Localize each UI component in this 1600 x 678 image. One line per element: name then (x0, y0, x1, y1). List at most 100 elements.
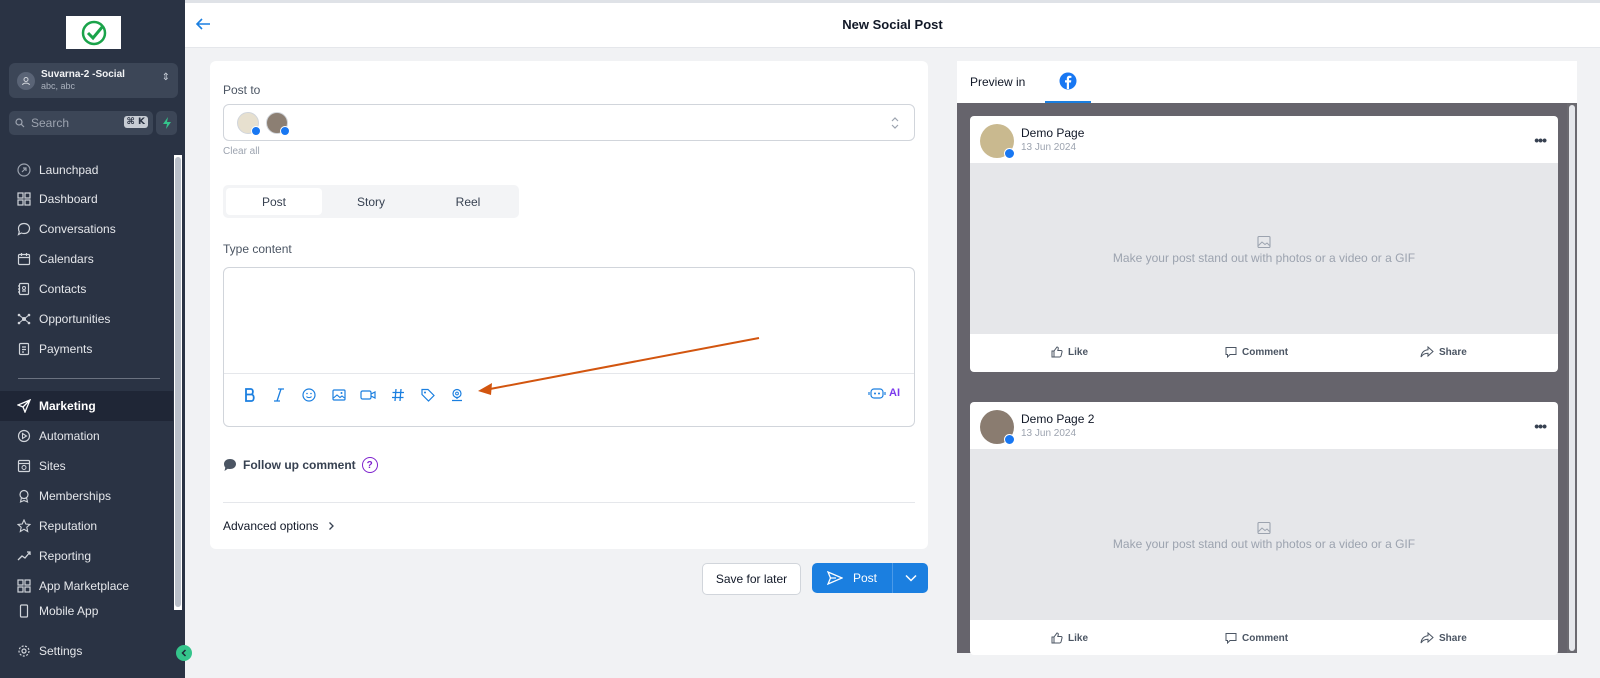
sidebar-item-payments[interactable]: Payments (0, 334, 173, 364)
account-avatar[interactable] (237, 112, 261, 136)
sidebar-settings-label: Settings (39, 644, 83, 658)
sidebar-item-marketing[interactable]: Marketing (0, 391, 173, 421)
logo[interactable] (66, 16, 121, 49)
sidebar-item-label: App Marketplace (39, 579, 130, 593)
sidebar-item-memberships[interactable]: Memberships (0, 481, 173, 511)
preview-label: Preview in (970, 75, 1026, 89)
search-icon (15, 118, 25, 128)
image-icon (1257, 235, 1271, 249)
sidebar-item-automation[interactable]: Automation (0, 421, 173, 451)
sidebar-item-label: Reporting (39, 549, 92, 563)
sidebar-item-sites[interactable]: Sites (0, 451, 173, 481)
switch-chevron-icon: ⇕ (161, 72, 170, 83)
tab-facebook-preview[interactable] (1045, 61, 1091, 103)
page-header: New Social Post (185, 3, 1600, 48)
sidebar-scrollbar[interactable] (174, 155, 182, 610)
apps-icon (17, 579, 31, 593)
comment-action: Comment (1225, 632, 1288, 644)
rocket-icon (17, 163, 31, 177)
save-for-later-button[interactable]: Save for later (702, 563, 801, 595)
sidebar-item-calendars[interactable]: Calendars (0, 244, 173, 274)
share-icon (1420, 632, 1434, 644)
italic-icon (274, 388, 284, 402)
trend-icon (17, 551, 31, 561)
clear-all-link[interactable]: Clear all (223, 146, 260, 157)
sidebar-search[interactable]: Search ⌘ K (9, 111, 153, 135)
quick-action-button[interactable] (156, 111, 177, 135)
collapse-sidebar-button[interactable] (176, 645, 192, 661)
post-button[interactable]: Post (812, 563, 892, 593)
post-actions: Like Comment Share (970, 620, 1558, 655)
like-label: Like (1068, 632, 1089, 644)
follow-up-comment-label: Follow up comment (243, 458, 356, 472)
advanced-options-label: Advanced options (223, 519, 319, 533)
sidebar-item-label: Dashboard (39, 192, 98, 206)
bolt-icon (162, 117, 171, 129)
image-button[interactable] (330, 386, 348, 404)
facebook-post-preview: Demo Page 2 13 Jun 2024 ••• Make your po… (970, 402, 1558, 655)
share-action: Share (1420, 346, 1467, 358)
facebook-badge-icon (251, 126, 261, 136)
app-root: Suvarna-2 -Social abc, abc ⇕ Search ⌘ K … (0, 0, 1600, 678)
hashtag-button[interactable] (389, 386, 407, 404)
post-to-select[interactable] (223, 104, 915, 141)
sidebar-item-label: Calendars (39, 252, 94, 266)
more-options-icon[interactable]: ••• (1534, 132, 1547, 148)
preview-scroll-thumb[interactable] (1569, 105, 1575, 651)
tag-button[interactable] (419, 386, 437, 404)
tab-story[interactable]: Story (323, 188, 419, 215)
sidebar-item-contacts[interactable]: Contacts (0, 274, 173, 304)
content-editor[interactable]: AI (223, 267, 915, 427)
editor-divider (224, 373, 914, 374)
sidebar-item-opportunities[interactable]: Opportunities (0, 304, 173, 334)
tab-post[interactable]: Post (226, 188, 322, 215)
phone-icon (19, 604, 29, 618)
sidebar-divider (18, 378, 160, 379)
sidebar-item-conversations[interactable]: Conversations (0, 214, 173, 244)
sidebar-item-reputation[interactable]: Reputation (0, 511, 173, 541)
media-placeholder-text: Make your post stand out with photos or … (1112, 251, 1416, 265)
image-icon (1257, 521, 1271, 535)
sidebar-item-dashboard[interactable]: Dashboard (0, 184, 173, 214)
preview-scrollbar[interactable] (1567, 103, 1577, 653)
sidebar-item-launchpad[interactable]: Launchpad (0, 155, 173, 185)
sidebar-item-label: Contacts (39, 282, 87, 296)
ai-robot-icon (868, 388, 886, 399)
like-action: Like (1051, 346, 1088, 358)
award-icon (19, 489, 29, 503)
video-button[interactable] (359, 386, 377, 404)
bold-button[interactable] (241, 386, 259, 404)
sidebar-item-app-marketplace[interactable]: App Marketplace (0, 571, 173, 601)
emoji-button[interactable] (300, 386, 318, 404)
share-label: Share (1439, 632, 1467, 644)
network-icon (17, 313, 31, 325)
page-name: Demo Page 2 (1021, 412, 1095, 426)
post-type-tabs: Post Story Reel (223, 185, 519, 218)
sidebar-item-mobile-app[interactable]: Mobile App (0, 601, 173, 619)
follow-up-comment-toggle[interactable]: Follow up comment ? (223, 457, 378, 473)
post-options-dropdown[interactable] (892, 563, 928, 593)
sidebar-item-label: Mobile App (39, 604, 99, 618)
sidebar-item-reporting[interactable]: Reporting (0, 541, 173, 571)
page-title: New Social Post (842, 17, 943, 32)
sidebar-scroll-thumb[interactable] (175, 157, 181, 607)
chevron-down-icon (904, 574, 917, 582)
location-icon (452, 388, 462, 402)
ai-assist-button[interactable]: AI (868, 386, 900, 400)
account-name: Suvarna-2 -Social (41, 69, 125, 80)
post-actions: Like Comment Share (970, 334, 1558, 372)
account-avatar[interactable] (266, 112, 290, 136)
location-button[interactable] (448, 386, 466, 404)
italic-button[interactable] (270, 386, 288, 404)
sidebar-item-label: Automation (39, 429, 100, 443)
help-icon[interactable]: ? (361, 457, 378, 473)
page-name: Demo Page (1021, 126, 1085, 140)
chevron-right-icon (329, 522, 335, 530)
facebook-icon (1059, 72, 1077, 90)
tab-reel[interactable]: Reel (420, 188, 516, 215)
sidebar-item-settings[interactable]: Settings (0, 636, 173, 666)
emoji-icon (302, 388, 316, 402)
advanced-options-toggle[interactable]: Advanced options (223, 519, 336, 533)
account-switcher[interactable]: Suvarna-2 -Social abc, abc ⇕ (9, 63, 178, 98)
more-options-icon[interactable]: ••• (1534, 418, 1547, 434)
